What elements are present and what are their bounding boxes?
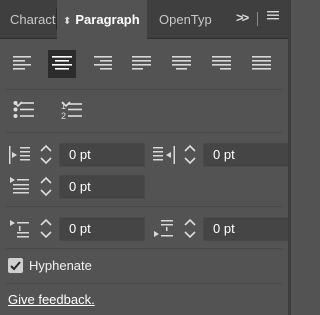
align-right-button[interactable]: [88, 50, 116, 78]
tab-label: OpenTyp: [159, 12, 212, 27]
section-divider: [6, 132, 282, 133]
justify-last-center-icon: [172, 56, 191, 70]
tab-label: Paragraph: [75, 12, 140, 27]
stepper-arrows-icon[interactable]: [37, 217, 55, 241]
tab-divider: [257, 12, 258, 26]
justify-last-right-button[interactable]: [208, 50, 236, 78]
section-divider: [6, 89, 282, 90]
justify-last-center-button[interactable]: [168, 50, 196, 78]
stepper-arrows-icon[interactable]: [37, 175, 55, 199]
first-line-indent-icon: [10, 177, 29, 194]
stepper-arrows-icon[interactable]: [181, 143, 199, 167]
align-right-icon: [94, 56, 112, 70]
tab-paragraph[interactable]: ⬍ Paragraph: [57, 0, 147, 39]
numbered-list-button[interactable]: 12: [61, 100, 101, 122]
space-before-input[interactable]: 0 pt: [59, 217, 145, 241]
double-chevron-right-icon[interactable]: >>: [236, 10, 249, 25]
hamburger-menu-icon[interactable]: [266, 8, 280, 25]
space-before-icon: [10, 220, 29, 238]
stepper-arrows-icon[interactable]: [37, 143, 55, 167]
space-after-control: 0 pt: [153, 217, 293, 241]
checkmark-icon: [10, 261, 21, 271]
chevron-down-icon: [61, 101, 71, 108]
space-before-control: 0 pt: [9, 217, 149, 241]
justify-last-left-icon: [132, 56, 151, 70]
justify-all-icon: [252, 56, 271, 70]
hyphenate-checkbox[interactable]: [8, 258, 23, 273]
left-indent-control: 0 pt: [9, 143, 149, 167]
align-center-button[interactable]: [48, 50, 76, 78]
section-divider: [6, 248, 282, 249]
right-indent-icon: [153, 146, 175, 164]
hyphenate-label: Hyphenate: [29, 258, 92, 273]
align-left-button[interactable]: [9, 50, 37, 78]
sort-arrows-icon: ⬍: [63, 16, 72, 27]
section-divider: [6, 283, 282, 284]
justify-last-right-icon: [212, 56, 231, 70]
right-indent-input[interactable]: 0 pt: [203, 143, 289, 167]
left-indent-icon: [9, 146, 30, 164]
panel-edge: [288, 0, 291, 315]
first-line-indent-input[interactable]: 0 pt: [59, 175, 145, 199]
justify-last-left-button[interactable]: [128, 50, 156, 78]
paragraph-panel: Characte ⬍Paragraph OpenTyp >> 12: [0, 0, 289, 315]
tab-bar: Characte ⬍Paragraph OpenTyp >>: [0, 0, 288, 39]
bulleted-list-button[interactable]: [13, 100, 53, 122]
left-indent-input[interactable]: 0 pt: [59, 143, 145, 167]
chevron-down-icon: [13, 101, 23, 108]
space-after-icon: [154, 220, 173, 237]
tab-opentype[interactable]: OpenTyp: [148, 0, 218, 38]
space-after-input[interactable]: 0 pt: [203, 217, 289, 241]
svg-text:2: 2: [61, 111, 66, 120]
first-line-indent-control: 0 pt: [9, 175, 149, 199]
tab-character[interactable]: Characte: [0, 0, 56, 38]
right-indent-control: 0 pt: [153, 143, 293, 167]
justify-all-button[interactable]: [248, 50, 276, 78]
align-left-icon: [13, 56, 31, 70]
stepper-arrows-icon[interactable]: [181, 217, 199, 241]
tab-label: Characte: [10, 12, 56, 27]
align-center-icon: [52, 56, 72, 70]
section-divider: [6, 206, 282, 207]
give-feedback-link[interactable]: Give feedback.: [8, 292, 95, 308]
